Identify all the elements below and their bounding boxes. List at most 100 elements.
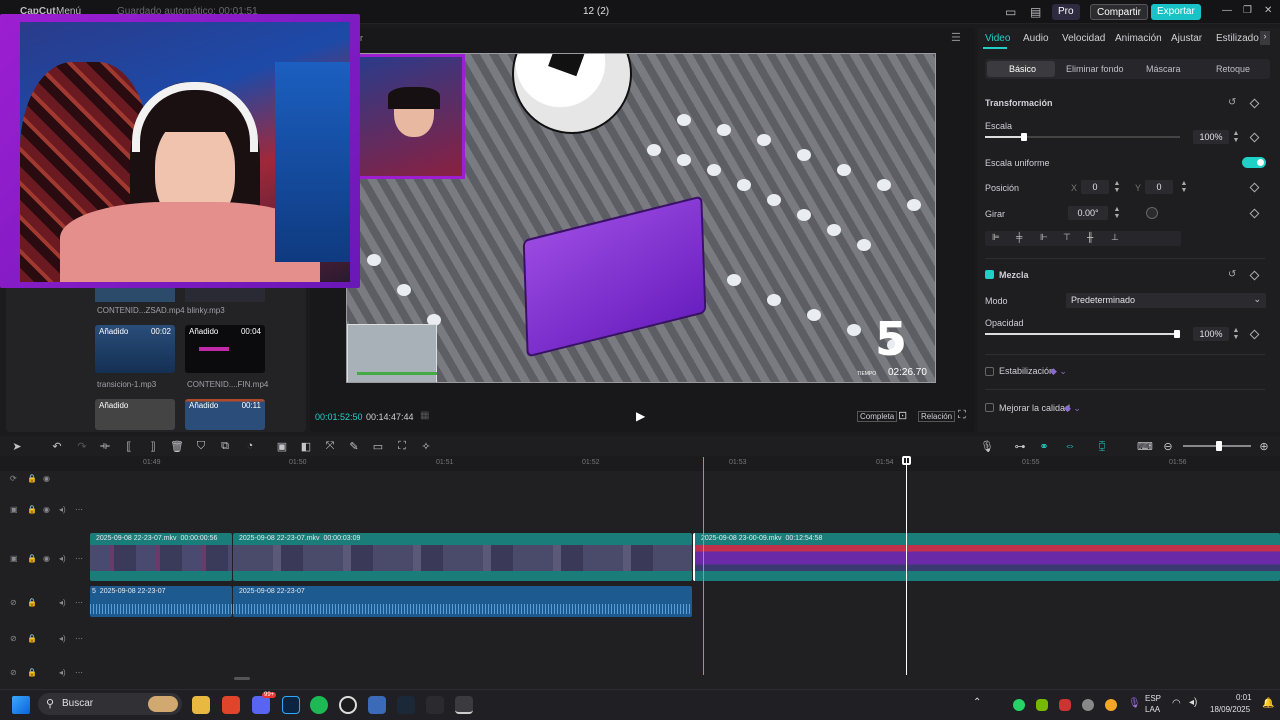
media-thumb-2[interactable] bbox=[185, 288, 265, 302]
scale-slider-handle[interactable] bbox=[1021, 133, 1027, 141]
rotate-stepper[interactable]: ▲ ▼ bbox=[1113, 206, 1121, 220]
align-top-icon[interactable]: ⊤ bbox=[1063, 232, 1071, 243]
undo-icon[interactable]: ↶ bbox=[50, 440, 64, 453]
export-button[interactable]: Exportar bbox=[1151, 4, 1201, 20]
player-menu-icon[interactable]: ☰ bbox=[951, 31, 961, 44]
nvidia-icon[interactable] bbox=[1036, 699, 1048, 711]
more-icon[interactable]: ⋯ bbox=[75, 598, 83, 607]
tray-app-icon[interactable] bbox=[1059, 699, 1071, 711]
subtab-mask[interactable]: Máscara bbox=[1146, 64, 1181, 74]
play-icon[interactable]: ▶ bbox=[636, 409, 645, 423]
scale-stepper[interactable]: ▲ ▼ bbox=[1232, 130, 1240, 144]
audio-icon[interactable]: ◂) bbox=[59, 505, 66, 514]
align-middle-icon[interactable]: ╫ bbox=[1087, 232, 1093, 242]
tabs-scroll-icon[interactable]: › bbox=[1260, 31, 1270, 45]
obs-icon[interactable] bbox=[339, 696, 357, 714]
spotify-icon[interactable] bbox=[310, 696, 328, 714]
crop-icon[interactable]: ⊡ bbox=[898, 409, 907, 422]
freeze-icon[interactable]: ▣ bbox=[275, 440, 289, 453]
media-thumb-5[interactable]: Añadido bbox=[95, 399, 175, 430]
brave-icon[interactable] bbox=[222, 696, 240, 714]
magnet-icon[interactable]: ⚭ bbox=[1037, 440, 1051, 453]
align-right-icon[interactable]: ⊩ bbox=[1040, 232, 1048, 243]
preview-axis-icon[interactable]: ⧮ bbox=[1095, 440, 1109, 453]
windows-start-icon[interactable] bbox=[12, 696, 30, 714]
audio-clip[interactable]: 5 2025-09-08 22-23-07 bbox=[90, 586, 232, 617]
share-button[interactable]: Compartir bbox=[1090, 4, 1148, 20]
reset-icon[interactable]: ↺ bbox=[1228, 97, 1236, 108]
playhead[interactable] bbox=[906, 457, 907, 675]
align-bottom-icon[interactable]: ⊥ bbox=[1111, 232, 1119, 243]
subtab-retouch[interactable]: Retoque bbox=[1216, 64, 1250, 74]
video-clip[interactable]: 2025-09-08 22-23-07.mkv 00:00:03:09 bbox=[233, 533, 692, 581]
tray-app-icon[interactable] bbox=[1105, 699, 1117, 711]
track-type-icon[interactable]: ▣ bbox=[10, 505, 18, 514]
media-thumb-1[interactable] bbox=[95, 288, 175, 302]
track-type-icon[interactable]: ⟳ bbox=[10, 474, 17, 483]
audio-icon[interactable]: ◂) bbox=[59, 554, 66, 563]
tab-video[interactable]: Video bbox=[985, 33, 1010, 44]
pos-y-input[interactable]: 0 bbox=[1145, 180, 1173, 194]
fullscreen-icon[interactable]: ⛶ bbox=[958, 409, 966, 422]
maximize-icon[interactable]: ❐ bbox=[1243, 5, 1252, 16]
crop-tool-icon[interactable]: ⧉ bbox=[218, 440, 232, 453]
eye-icon[interactable]: ◉ bbox=[43, 505, 50, 514]
volume-icon[interactable]: ◂) bbox=[1189, 697, 1197, 708]
capcut-icon[interactable] bbox=[426, 696, 444, 714]
video-clip[interactable]: 2025-09-08 23-00-09.mkv 00:12:54:58 bbox=[693, 533, 1280, 581]
lock-icon[interactable]: 🔒 bbox=[27, 554, 37, 563]
zoom-in-icon[interactable]: ⊕ bbox=[1257, 440, 1271, 453]
mirror-icon[interactable]: ⤧ bbox=[323, 440, 337, 453]
more-icon[interactable]: ⋯ bbox=[75, 668, 83, 677]
subtitles-icon[interactable]: ⌨ bbox=[1137, 440, 1153, 453]
redo-icon[interactable]: ↷ bbox=[75, 440, 89, 453]
more-icon[interactable]: ⋯ bbox=[75, 554, 83, 563]
photos-icon[interactable] bbox=[368, 696, 386, 714]
lock-icon[interactable]: 🔒 bbox=[27, 505, 37, 514]
media-thumb-4[interactable]: Añadido 00:04 bbox=[185, 325, 265, 373]
file-explorer-icon[interactable] bbox=[192, 696, 210, 714]
pro-button[interactable]: Pro bbox=[1052, 4, 1080, 20]
close-icon[interactable]: ✕ bbox=[1264, 5, 1272, 16]
tab-animation[interactable]: Animación bbox=[1115, 33, 1162, 44]
subtab-basic[interactable]: Básico bbox=[1009, 64, 1036, 74]
microphone-tray-icon[interactable]: 🎙 bbox=[1128, 698, 1141, 709]
opacity-stepper[interactable]: ▲ ▼ bbox=[1232, 327, 1240, 341]
photoshop-icon[interactable] bbox=[282, 696, 300, 714]
link-icon[interactable]: ⊶ bbox=[1013, 440, 1027, 453]
media-thumb-6[interactable]: Añadido 00:11 bbox=[185, 399, 265, 430]
capcut-active-icon[interactable] bbox=[455, 696, 473, 714]
tray-app-icon[interactable] bbox=[1082, 699, 1094, 711]
uniform-scale-toggle[interactable] bbox=[1242, 157, 1266, 168]
tray-chevron-icon[interactable]: ⌃ bbox=[973, 697, 981, 708]
rotate-dial[interactable] bbox=[1146, 207, 1158, 219]
eye-icon[interactable]: ◉ bbox=[43, 554, 50, 563]
timeline-ruler[interactable] bbox=[90, 457, 1280, 471]
audio-icon[interactable]: ◂) bbox=[59, 634, 66, 643]
minimize-icon[interactable]: — bbox=[1222, 5, 1232, 16]
reverse-icon[interactable]: ◧ bbox=[299, 440, 313, 453]
rotate-input[interactable]: 0.00° bbox=[1068, 206, 1108, 220]
track-type-icon[interactable]: ⊘ bbox=[10, 634, 17, 643]
video-clip[interactable]: 2025-09-08 22-23-07.mkv 00:00:00:56 bbox=[90, 533, 232, 581]
blend-checkbox[interactable] bbox=[985, 270, 994, 279]
track-type-icon[interactable]: ⊘ bbox=[10, 668, 17, 677]
speed-icon[interactable]: ◔ bbox=[243, 440, 257, 452]
scale-input[interactable]: 100% bbox=[1193, 130, 1229, 144]
whatsapp-icon[interactable] bbox=[1013, 699, 1025, 711]
audio-clip[interactable]: 2025-09-08 22-23-07 bbox=[233, 586, 692, 617]
lock-icon[interactable]: 🔒 bbox=[27, 668, 37, 677]
audio-icon[interactable]: ◂) bbox=[59, 668, 66, 677]
opacity-slider-handle[interactable] bbox=[1174, 330, 1180, 338]
auto-icon[interactable]: ✧ bbox=[419, 440, 433, 453]
align-center-icon[interactable]: ╪ bbox=[1016, 232, 1022, 242]
more-icon[interactable]: ⋯ bbox=[75, 505, 83, 514]
layout-icon[interactable]: ▭ bbox=[1005, 5, 1016, 19]
playhead-handle[interactable] bbox=[902, 456, 911, 465]
delete-icon[interactable]: 🗑 bbox=[170, 440, 184, 453]
audio-icon[interactable]: ◂) bbox=[59, 598, 66, 607]
tab-styled[interactable]: Estilizado bbox=[1216, 33, 1259, 44]
tab-audio[interactable]: Audio bbox=[1023, 33, 1049, 44]
media-thumb-3[interactable]: Añadido 00:02 bbox=[95, 325, 175, 373]
shortcuts-icon[interactable]: ▤ bbox=[1030, 5, 1041, 19]
